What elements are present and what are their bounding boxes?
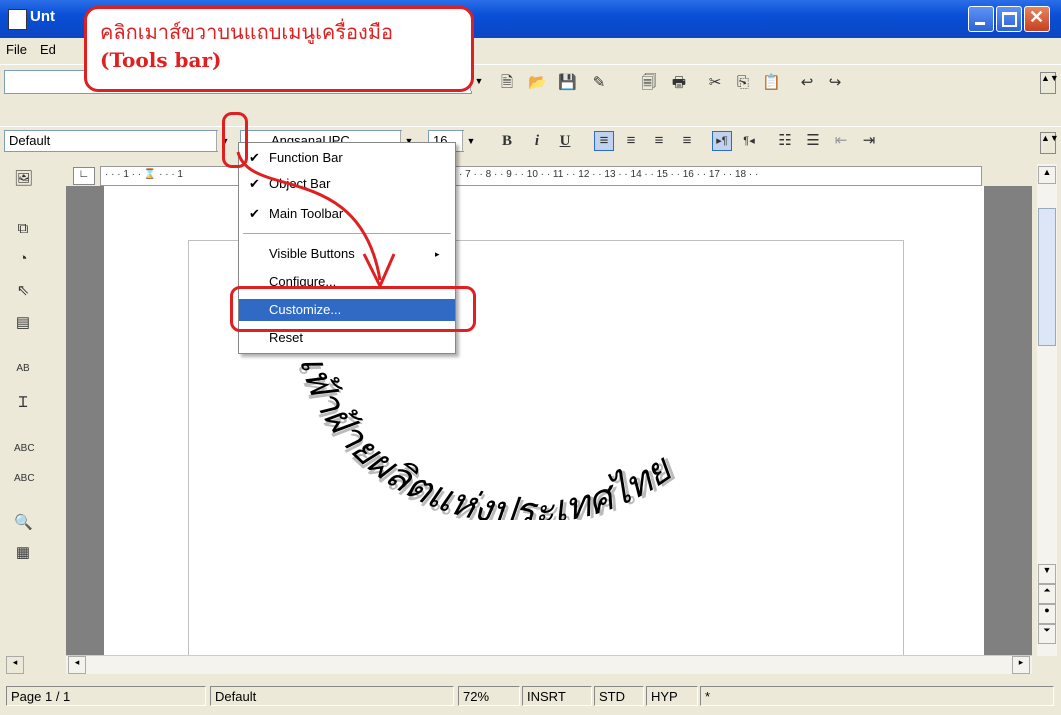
annotation-arrow [236, 151, 396, 290]
close-button[interactable]: ✕ [1024, 6, 1050, 32]
scroll-left-button[interactable]: ◂ [6, 656, 24, 674]
underline-icon[interactable]: U [556, 132, 574, 150]
cut-icon[interactable]: ✂ [706, 74, 724, 92]
maximize-button[interactable] [996, 6, 1022, 32]
svg-text:เฟ้าฝ้ายผลิตแห่งประเทศไทย: เฟ้าฝ้ายผลิตแห่งประเทศไทย [291, 351, 681, 520]
bullets-icon[interactable]: ☰ [804, 132, 822, 150]
export-pdf-icon[interactable]: 🗐 [640, 74, 658, 92]
text-cursor-icon[interactable]: Ɪ [14, 394, 32, 412]
objectbar-scroll-arrows[interactable]: ▲▼ [1040, 132, 1059, 154]
callout-text-line1: คลิกเมาส์ขวาบนแถบเมนูเครื่องมือ [100, 20, 394, 44]
spellcheck-icon[interactable]: ABC [14, 440, 35, 458]
menu-edit[interactable]: Ed [40, 42, 56, 57]
form-functions-icon[interactable]: ▤ [14, 314, 32, 332]
data-sources-icon[interactable]: ▦ [14, 544, 32, 562]
status-hyperlink-mode[interactable]: HYP [646, 686, 698, 706]
status-selection-mode[interactable]: STD [594, 686, 644, 706]
status-page: Page 1 / 1 [6, 686, 206, 706]
bold-icon[interactable]: B [498, 132, 516, 150]
align-right-icon[interactable]: ≡ [650, 132, 668, 150]
italic-icon[interactable]: i [528, 132, 546, 150]
navigation-button[interactable]: ● [1038, 604, 1056, 624]
save-icon[interactable]: 💾 [558, 74, 577, 92]
tab-stop-icon[interactable]: ∟ [73, 167, 95, 185]
status-insert-mode[interactable]: INSRT [522, 686, 592, 706]
autospellcheck-icon[interactable]: ABC [14, 470, 35, 488]
scroll-down-button[interactable]: ▼ [1038, 564, 1056, 584]
previous-page-button[interactable]: ⏶ [1038, 584, 1056, 604]
increase-indent-icon[interactable]: ⇥ [860, 132, 878, 150]
copy-icon[interactable]: ⎘ [734, 74, 752, 92]
scroll-right-button[interactable]: ▸ [1012, 656, 1030, 674]
ruler-left-ticks: · · · 1 · · ⌛ · · · 1 [105, 169, 183, 180]
insert-fields-icon[interactable]: ⧉ [14, 220, 32, 238]
paragraph-style-combo[interactable]: Default [4, 130, 218, 152]
vertical-scrollbar[interactable]: ▲ ▼ ⏶ ● ⏷ [1037, 164, 1057, 656]
autotext-icon[interactable]: AB [14, 360, 32, 378]
size-dropdown-button[interactable]: ▼ [462, 131, 479, 151]
next-page-button[interactable]: ⏷ [1038, 624, 1056, 644]
menu-file[interactable]: File [6, 42, 27, 57]
show-draw-functions-icon[interactable]: ⇖ [14, 282, 32, 300]
status-style[interactable]: Default [210, 686, 454, 706]
scroll-up-button[interactable]: ▲ [1038, 166, 1056, 184]
toolbar-scroll-arrows[interactable]: ▲▼ [1040, 72, 1059, 94]
fontwork-label: เฟ้าฝ้ายผลิตแห่งประเทศไทย [291, 351, 681, 520]
close-icon: ✕ [1029, 7, 1045, 27]
paste-icon[interactable]: 📋 [762, 74, 781, 92]
insert-object-icon[interactable]: ◔ [14, 250, 32, 268]
paragraph-style-value: Default [9, 133, 51, 148]
ruler-ticks: · 7 · · 8 · · 9 · · 10 · · 11 · · 12 · ·… [459, 169, 759, 180]
edit-document-icon[interactable]: ✎ [590, 74, 608, 92]
submenu-arrow-icon: ▸ [435, 249, 440, 259]
window-title: Unt [30, 8, 55, 25]
callout-text-line2: (Tools bar) [100, 48, 222, 72]
horizontal-scrollbar[interactable]: ◂ ◂ ▸ [6, 655, 1032, 674]
scroll-left-button-2[interactable]: ◂ [68, 656, 86, 674]
open-folder-icon[interactable]: 📂 [528, 74, 547, 92]
rtl-icon[interactable]: ¶◂ [740, 132, 758, 150]
find-replace-icon[interactable]: 🔍 [14, 514, 33, 532]
minimize-button[interactable] [968, 6, 994, 32]
numbering-icon[interactable]: ☷ [776, 132, 794, 150]
edit-file-icon[interactable]: 🗎 [498, 74, 516, 92]
align-center-icon[interactable]: ≡ [622, 132, 640, 150]
undo-icon[interactable]: ↩ [798, 74, 816, 92]
ltr-icon[interactable]: ▸¶ [712, 131, 732, 151]
redo-icon[interactable]: ↪ [826, 74, 844, 92]
insert-icon[interactable]: 🖼 [14, 170, 33, 188]
status-bar: Page 1 / 1 Default 72% INSRT STD HYP * [0, 676, 1061, 715]
align-left-icon[interactable]: ≡ [594, 131, 614, 151]
writer-app-icon[interactable] [8, 9, 27, 30]
scroll-thumb[interactable] [1038, 208, 1056, 346]
print-icon[interactable]: 🖶 [670, 74, 688, 92]
decrease-indent-icon[interactable]: ⇤ [832, 132, 850, 150]
status-zoom[interactable]: 72% [458, 686, 520, 706]
justify-icon[interactable]: ≡ [678, 132, 696, 150]
status-modified: * [700, 686, 1054, 706]
